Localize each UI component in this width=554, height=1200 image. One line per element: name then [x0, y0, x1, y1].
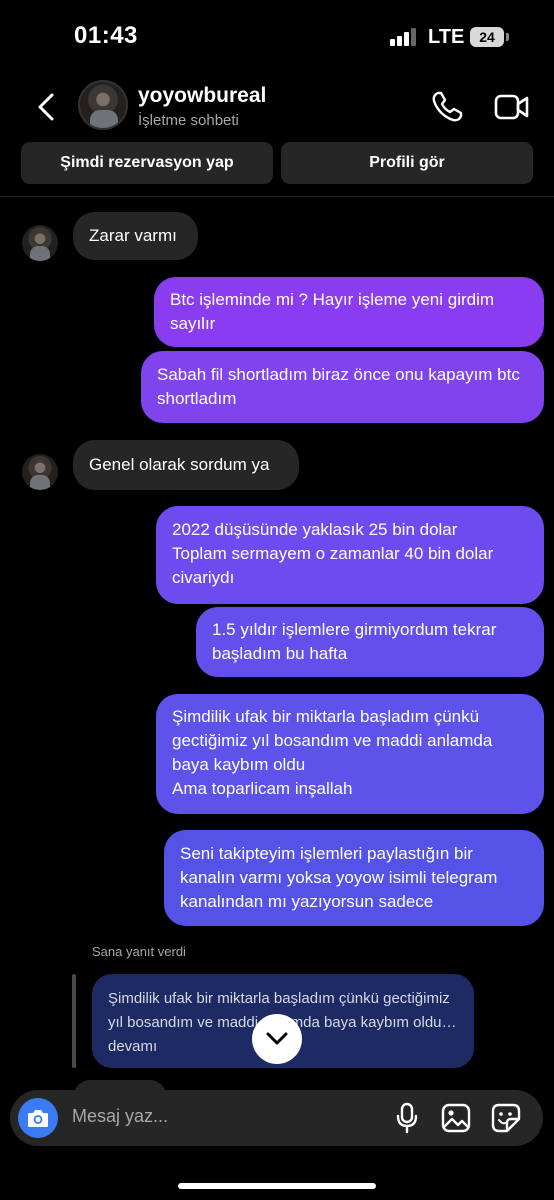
- status-time: 01:43: [74, 22, 138, 49]
- reply-bar: [72, 974, 76, 1068]
- chevron-down-icon: [266, 1032, 288, 1045]
- message-bubble-outgoing[interactable]: Seni takipteyim işlemleri paylastığın bi…: [164, 830, 544, 926]
- status-bar: 01:43 LTE 24: [0, 0, 554, 72]
- camera-icon: [28, 1110, 48, 1127]
- reserve-button[interactable]: Şimdi rezervasyon yap: [21, 142, 273, 184]
- message-bubble-incoming[interactable]: Genel olarak sordum ya: [73, 440, 299, 490]
- home-indicator: [178, 1183, 376, 1189]
- message-input[interactable]: Mesaj yaz...: [72, 1106, 168, 1127]
- video-icon[interactable]: [494, 92, 530, 122]
- chat-header: yoyowbureal İşletme sohbeti: [0, 72, 554, 142]
- scroll-down-button[interactable]: [252, 1014, 302, 1064]
- battery-icon: 24: [470, 27, 509, 47]
- message-bubble-incoming[interactable]: Zarar varmı: [73, 212, 198, 260]
- message-bubble-outgoing[interactable]: 1.5 yıldır işlemlere girmiyordum tekrar …: [196, 607, 544, 677]
- business-actions: Şimdi rezervasyon yap Profili gör: [0, 142, 554, 184]
- message-bubble-outgoing[interactable]: Btc işleminde mi ? Hayır işleme yeni gir…: [154, 277, 544, 347]
- contact-name[interactable]: yoyowbureal: [138, 84, 266, 108]
- message-bubble-outgoing[interactable]: Sabah fil shortladım biraz önce onu kapa…: [141, 351, 544, 423]
- back-icon[interactable]: [34, 92, 58, 122]
- message-composer: Mesaj yaz...: [10, 1090, 543, 1146]
- signal-icon: [390, 28, 418, 46]
- network-label: LTE: [428, 26, 465, 48]
- message-bubble-outgoing[interactable]: Şimdilik ufak bir miktarla başladım çünk…: [156, 694, 544, 814]
- avatar[interactable]: [22, 454, 58, 490]
- view-profile-button[interactable]: Profili gör: [281, 142, 533, 184]
- gallery-icon[interactable]: [440, 1102, 472, 1134]
- sticker-icon[interactable]: [490, 1102, 522, 1134]
- phone-icon[interactable]: [430, 90, 464, 124]
- message-bubble-outgoing[interactable]: 2022 düşüsünde yaklasık 25 bin dolar Top…: [156, 506, 544, 604]
- mic-icon[interactable]: [394, 1102, 420, 1134]
- avatar[interactable]: [22, 225, 58, 261]
- contact-subtitle: İşletme sohbeti: [138, 112, 239, 129]
- reply-note: Sana yanıt verdi: [92, 944, 186, 959]
- avatar[interactable]: [78, 80, 128, 130]
- camera-button[interactable]: [18, 1098, 58, 1138]
- header-divider: [0, 196, 554, 197]
